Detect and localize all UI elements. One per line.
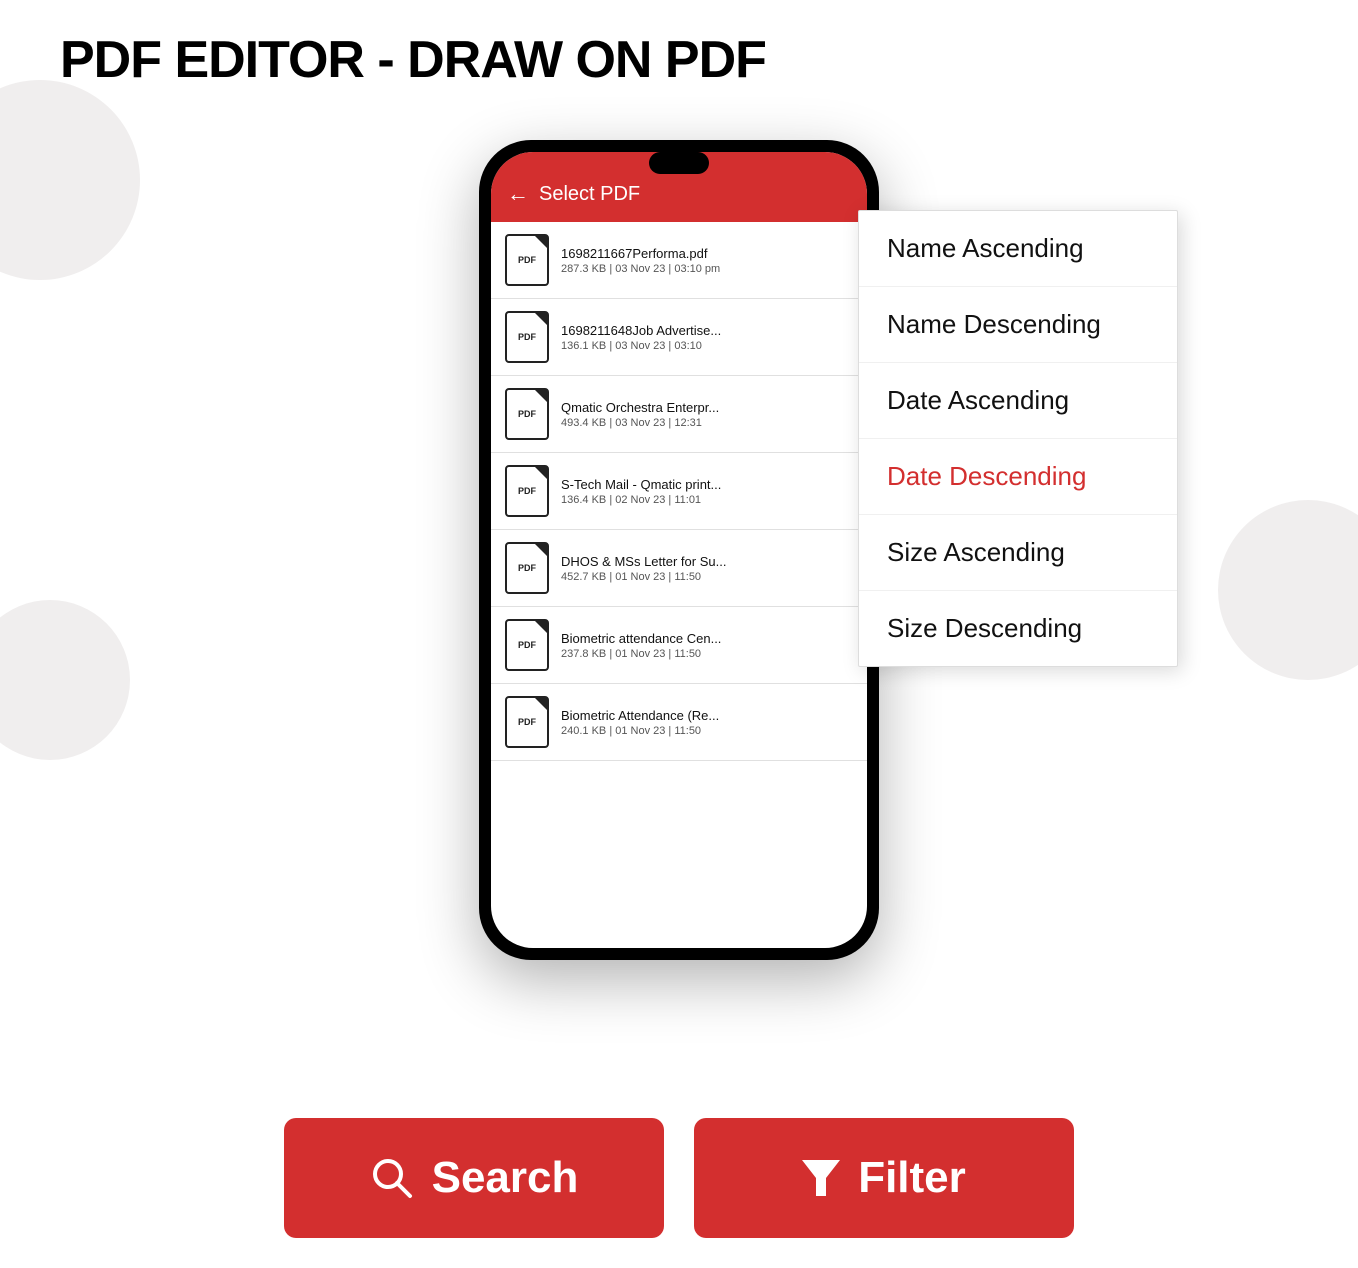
filter-icon bbox=[802, 1156, 840, 1200]
file-info: Biometric Attendance (Re... 240.1 KB | 0… bbox=[561, 708, 719, 737]
file-list-item[interactable]: PDF S-Tech Mail - Qmatic print... 136.4 … bbox=[491, 453, 867, 530]
file-meta: 237.8 KB | 01 Nov 23 | 11:50 bbox=[561, 648, 721, 660]
sort-menu-item[interactable]: Date Ascending bbox=[859, 363, 1177, 439]
file-name: 1698211648Job Advertise... bbox=[561, 323, 721, 338]
file-meta: 287.3 KB | 03 Nov 23 | 03:10 pm bbox=[561, 263, 720, 275]
sort-menu-item[interactable]: Size Descending bbox=[859, 591, 1177, 666]
filter-button-label: Filter bbox=[858, 1153, 966, 1203]
file-info: S-Tech Mail - Qmatic print... 136.4 KB |… bbox=[561, 477, 721, 506]
file-info: 1698211667Performa.pdf 287.3 KB | 03 Nov… bbox=[561, 246, 720, 275]
file-name: S-Tech Mail - Qmatic print... bbox=[561, 477, 721, 492]
search-icon bbox=[370, 1156, 414, 1200]
phone-frame: ← Select PDF PDF 1698211667Performa.pdf … bbox=[479, 140, 879, 960]
phone-notch bbox=[649, 152, 709, 174]
file-info: DHOS & MSs Letter for Su... 452.7 KB | 0… bbox=[561, 554, 726, 583]
file-list-item[interactable]: PDF DHOS & MSs Letter for Su... 452.7 KB… bbox=[491, 530, 867, 607]
search-button-label: Search bbox=[432, 1153, 579, 1203]
sort-dropdown: Name AscendingName DescendingDate Ascend… bbox=[858, 210, 1178, 667]
bottom-buttons: Search Filter bbox=[284, 1118, 1074, 1238]
file-icon: PDF bbox=[505, 234, 549, 286]
phone-header-title: Select PDF bbox=[539, 183, 640, 206]
main-content: ← Select PDF PDF 1698211667Performa.pdf … bbox=[0, 120, 1358, 1078]
search-button[interactable]: Search bbox=[284, 1118, 664, 1238]
file-meta: 136.4 KB | 02 Nov 23 | 11:01 bbox=[561, 494, 721, 506]
sort-menu-item[interactable]: Name Ascending bbox=[859, 211, 1177, 287]
page-title: PDF EDITOR - DRAW ON PDF bbox=[0, 0, 1358, 90]
file-name: Biometric attendance Cen... bbox=[561, 631, 721, 646]
file-list-item[interactable]: PDF 1698211667Performa.pdf 287.3 KB | 03… bbox=[491, 222, 867, 299]
back-icon[interactable]: ← bbox=[507, 181, 529, 207]
sort-menu-item[interactable]: Size Ascending bbox=[859, 515, 1177, 591]
file-list-item[interactable]: PDF Biometric attendance Cen... 237.8 KB… bbox=[491, 607, 867, 684]
file-icon-label: PDF bbox=[518, 717, 536, 727]
file-name: Qmatic Orchestra Enterpr... bbox=[561, 400, 719, 415]
file-name: DHOS & MSs Letter for Su... bbox=[561, 554, 726, 569]
file-meta: 240.1 KB | 01 Nov 23 | 11:50 bbox=[561, 725, 719, 737]
filter-button[interactable]: Filter bbox=[694, 1118, 1074, 1238]
file-icon-label: PDF bbox=[518, 486, 536, 496]
file-meta: 452.7 KB | 01 Nov 23 | 11:50 bbox=[561, 571, 726, 583]
file-info: Qmatic Orchestra Enterpr... 493.4 KB | 0… bbox=[561, 400, 719, 429]
file-icon-label: PDF bbox=[518, 640, 536, 650]
file-icon: PDF bbox=[505, 388, 549, 440]
file-list-item[interactable]: PDF Qmatic Orchestra Enterpr... 493.4 KB… bbox=[491, 376, 867, 453]
file-icon-label: PDF bbox=[518, 563, 536, 573]
file-meta: 136.1 KB | 03 Nov 23 | 03:10 bbox=[561, 340, 721, 352]
sort-menu-item[interactable]: Name Descending bbox=[859, 287, 1177, 363]
file-list-item[interactable]: PDF 1698211648Job Advertise... 136.1 KB … bbox=[491, 299, 867, 376]
sort-menu-item[interactable]: Date Descending bbox=[859, 439, 1177, 515]
file-icon: PDF bbox=[505, 696, 549, 748]
file-name: 1698211667Performa.pdf bbox=[561, 246, 720, 261]
file-info: 1698211648Job Advertise... 136.1 KB | 03… bbox=[561, 323, 721, 352]
phone-screen: ← Select PDF PDF 1698211667Performa.pdf … bbox=[491, 152, 867, 948]
file-icon-label: PDF bbox=[518, 255, 536, 265]
file-list-item[interactable]: PDF Biometric Attendance (Re... 240.1 KB… bbox=[491, 684, 867, 761]
file-icon: PDF bbox=[505, 311, 549, 363]
file-list: PDF 1698211667Performa.pdf 287.3 KB | 03… bbox=[491, 222, 867, 888]
file-meta: 493.4 KB | 03 Nov 23 | 12:31 bbox=[561, 417, 719, 429]
file-icon-label: PDF bbox=[518, 332, 536, 342]
file-icon: PDF bbox=[505, 542, 549, 594]
file-icon-label: PDF bbox=[518, 409, 536, 419]
file-icon: PDF bbox=[505, 465, 549, 517]
file-info: Biometric attendance Cen... 237.8 KB | 0… bbox=[561, 631, 721, 660]
file-icon: PDF bbox=[505, 619, 549, 671]
file-name: Biometric Attendance (Re... bbox=[561, 708, 719, 723]
